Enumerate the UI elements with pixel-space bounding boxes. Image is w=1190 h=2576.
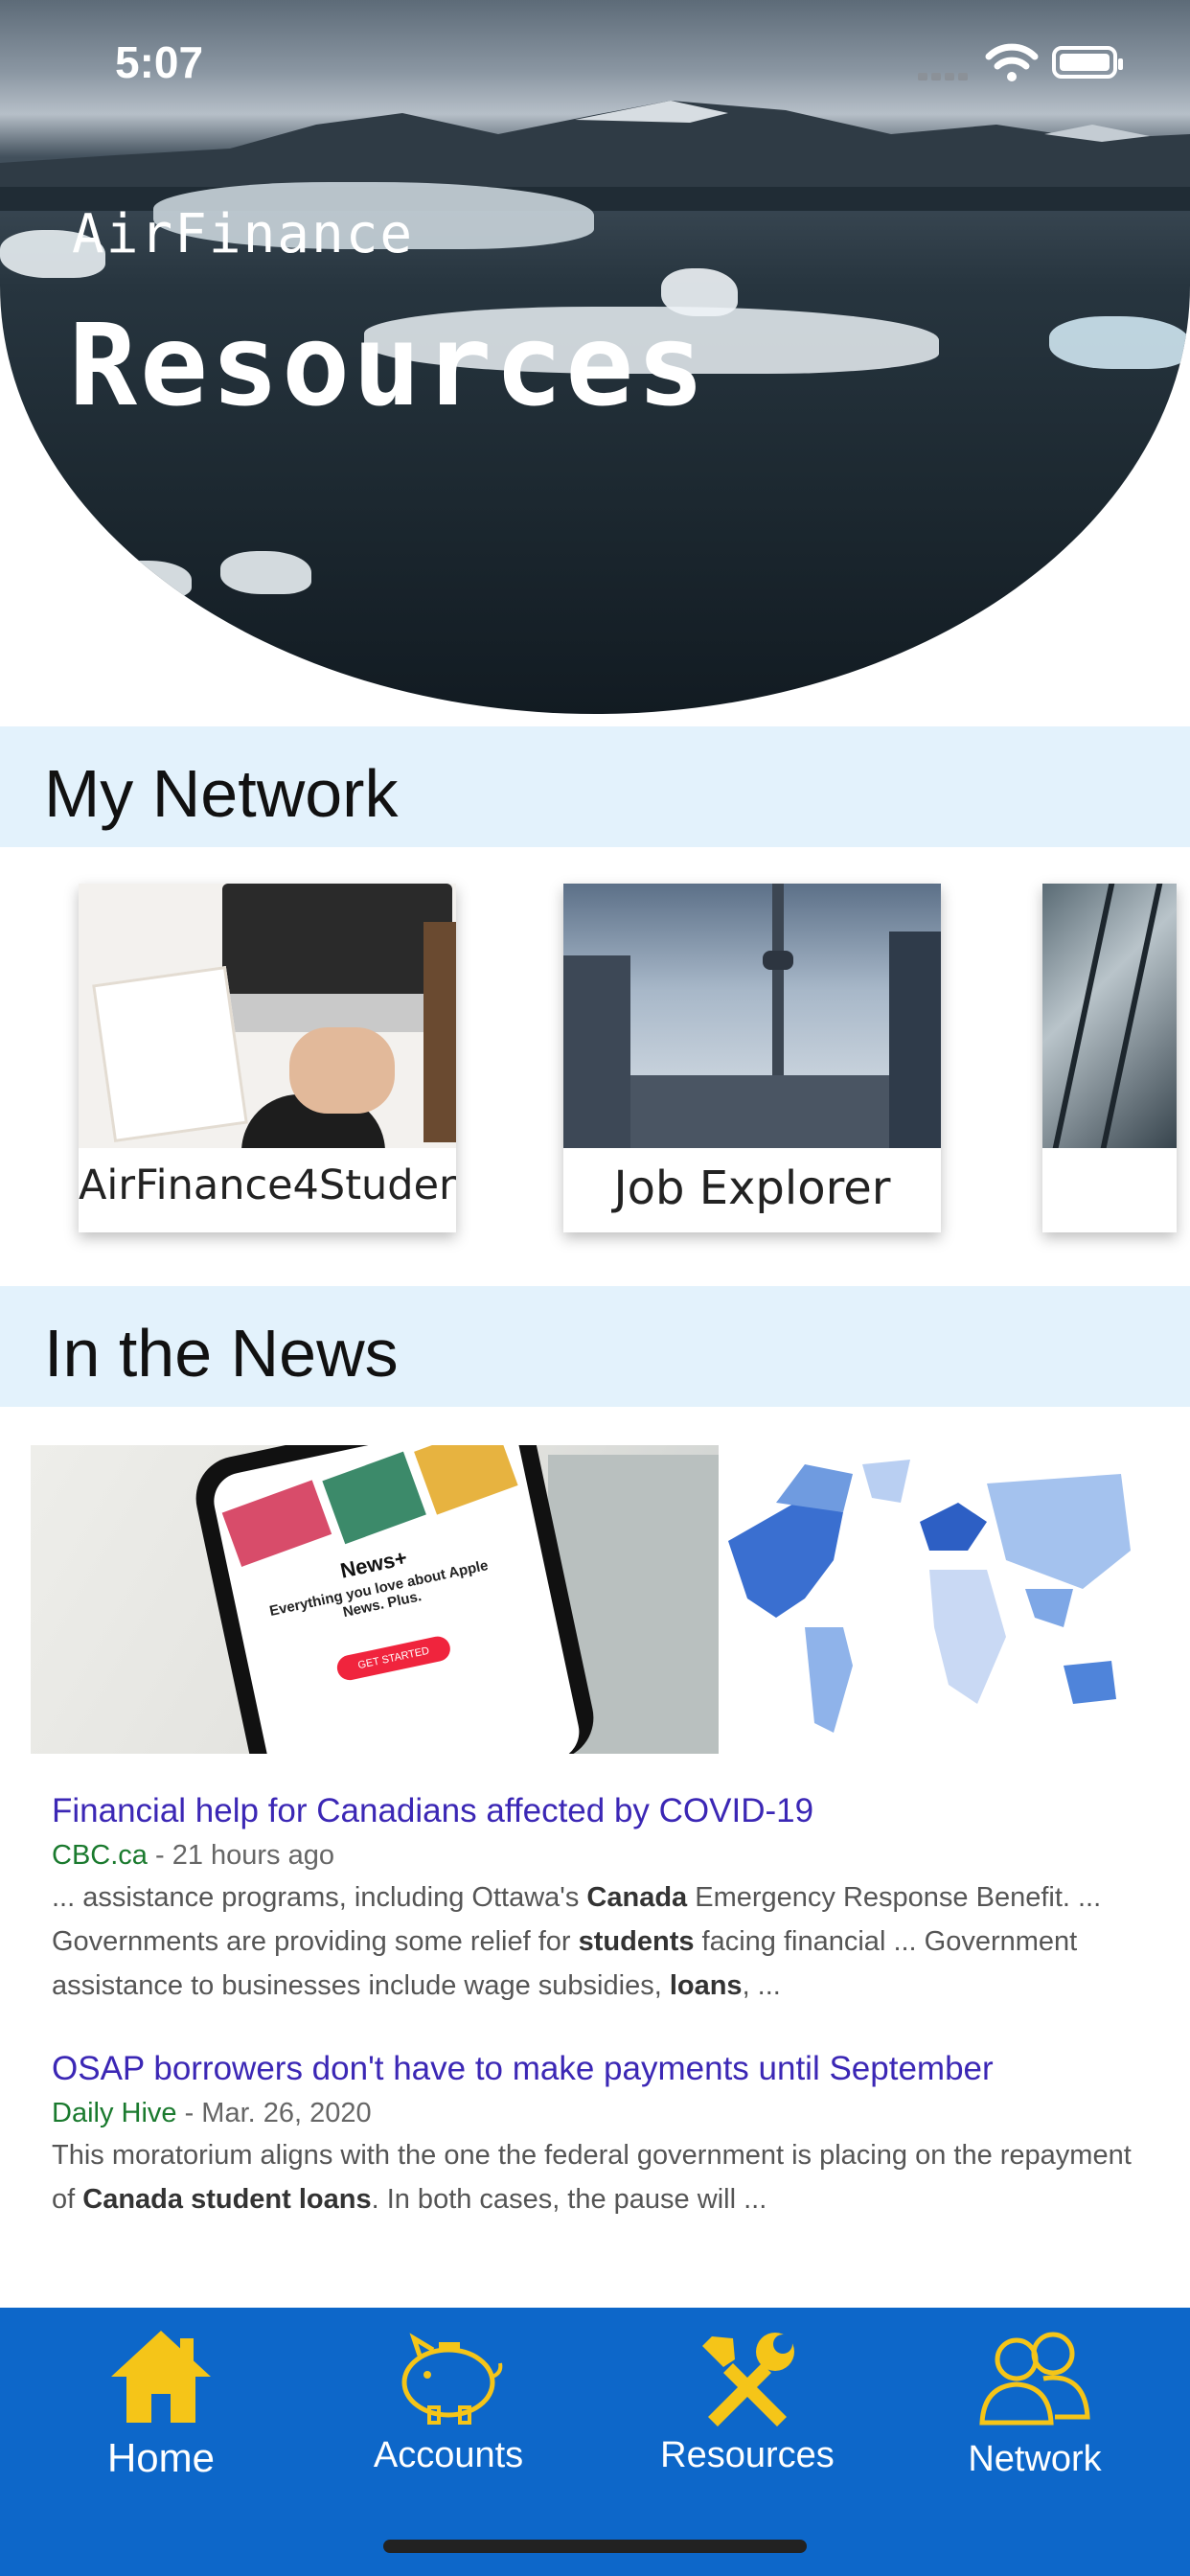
tab-label: Network [968,2439,1102,2479]
phone-mockup: News+ Everything you love about Apple Ne… [188,1445,602,1754]
tab-accounts[interactable]: Accounts [329,2327,568,2476]
tab-home[interactable]: Home [41,2327,281,2481]
app-name: AirFinance [72,203,415,265]
app-screen: 5:07 AirFinance Resources My Network Air… [0,0,1190,2576]
ice-floe [220,551,311,594]
snippet-keyword: Canada student loans [82,2184,372,2215]
news-source: Daily Hive [52,2098,177,2128]
toronto-skyline-photo [563,884,941,1148]
laptop-desk-photo [79,884,456,1148]
card-label: Job Explorer [613,1162,891,1215]
section-title: In the News [44,1316,399,1391]
news-meta: CBC.ca - 21 hours ago [52,1840,1144,1872]
network-card-partial[interactable] [1042,884,1177,1232]
news-item[interactable]: Financial help for Canadians affected by… [52,1792,1144,2008]
my-network-header: My Network [0,726,1190,847]
card-label: AirFinance4Students [79,1162,456,1209]
home-indicator [383,2540,807,2553]
tab-label: Home [106,2435,216,2480]
ice-floe [1049,316,1190,369]
tab-resources[interactable]: Resources [628,2327,867,2476]
snippet-keyword: students [578,1926,695,1957]
news-snippet: This moratorium aligns with the one the … [52,2133,1144,2221]
news-title-link[interactable]: Financial help for Canadians affected by… [52,1792,1144,1830]
people-icon [979,2332,1090,2426]
news-item[interactable]: OSAP borrowers don't have to make paymen… [52,2050,1144,2221]
apple-news-photo: News+ Everything you love about Apple Ne… [31,1445,719,1754]
page-title: Resources [69,299,708,431]
snippet-text: ... assistance programs, including Ottaw… [52,1882,587,1913]
network-card-airfinance4students[interactable]: AirFinance4Students [79,884,456,1232]
news-time: - 21 hours ago [147,1840,334,1871]
in-the-news-header: In the News [0,1286,1190,1407]
world-map-image [719,1445,1142,1754]
news-image-strip: News+ Everything you love about Apple Ne… [31,1445,1142,1754]
snippet-text: , ... [742,1970,781,2001]
hero-banner: 5:07 AirFinance Resources [0,0,1190,714]
snippet-keyword: Canada [586,1882,688,1913]
tab-label: Resources [660,2435,835,2475]
tab-network[interactable]: Network [915,2327,1155,2480]
cellular-signal-icon [918,73,968,80]
news-time: - Mar. 26, 2020 [176,2098,372,2128]
snippet-text: . In both cases, the pause will ... [371,2184,767,2215]
status-bar: 5:07 [0,0,1190,125]
phone-cta: GET STARTED [334,1634,453,1683]
tab-bar: Home Accounts Resources Network [0,2308,1190,2576]
piggy-bank-icon [401,2333,503,2425]
wifi-icon [985,43,1039,81]
ice-floe [105,561,192,599]
network-card-job-explorer[interactable]: Job Explorer [563,884,941,1232]
snippet-keyword: loans [669,1970,743,2001]
glass-building-photo [1042,884,1177,1148]
status-time: 5:07 [115,37,204,87]
battery-icon [1052,46,1123,79]
tab-label: Accounts [373,2435,524,2475]
news-meta: Daily Hive - Mar. 26, 2020 [52,2098,1144,2129]
section-title: My Network [44,756,399,831]
news-snippet: ... assistance programs, including Ottaw… [52,1875,1144,2008]
news-source: CBC.ca [52,1840,148,1871]
home-icon [111,2331,211,2423]
news-title-link[interactable]: OSAP borrowers don't have to make paymen… [52,2050,1144,2088]
tools-icon [702,2333,794,2426]
